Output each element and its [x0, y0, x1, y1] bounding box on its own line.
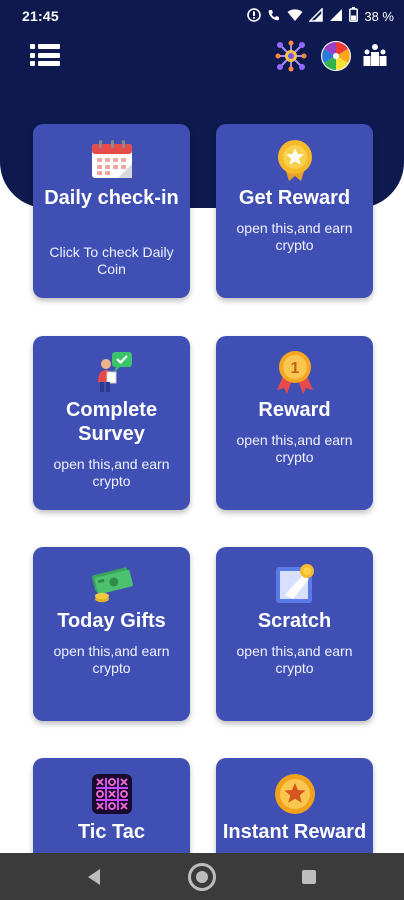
navigation-bar: [0, 853, 404, 900]
wifi-calling-icon: [267, 8, 281, 25]
card-title: Complete Survey: [65, 399, 158, 445]
ribbon-medal-icon: 1: [273, 350, 317, 394]
scratch-card-icon: [273, 561, 317, 605]
card-description: open this,and earn crypto: [236, 643, 353, 676]
hotspot-icon: [247, 7, 262, 25]
card-title: Reward: [258, 399, 331, 421]
status-time: 21:45: [22, 8, 59, 24]
reward-card[interactable]: 1 Reward open this,and earn crypto: [216, 336, 373, 510]
card-title: Daily check-in: [44, 187, 179, 209]
home-icon[interactable]: [188, 863, 216, 891]
coin-star-icon: [273, 772, 317, 816]
card-description: open this,and earn crypto: [53, 456, 170, 489]
tic-tac-toe-icon: [90, 772, 134, 816]
gold-star-medal-icon: [273, 138, 317, 182]
wifi-icon: [287, 8, 303, 25]
card-title: Today Gifts: [57, 610, 166, 632]
recent-apps-icon[interactable]: [302, 870, 316, 884]
signal-secondary-icon: [329, 8, 343, 25]
back-icon[interactable]: [88, 869, 100, 885]
daily-checkin-card[interactable]: Daily check-in Click To check Daily Coin: [33, 124, 190, 298]
get-reward-card[interactable]: Get Reward open this,and earn crypto: [216, 124, 373, 298]
card-title: Tic Tac: [77, 821, 146, 843]
network-nodes-icon[interactable]: [275, 40, 307, 72]
status-bar: 21:45 38 %: [0, 0, 404, 32]
signal-icon: [308, 6, 324, 25]
card-title: Instant Reward: [222, 821, 367, 843]
card-description: open this,and earn crypto: [53, 643, 170, 676]
calendar-icon: [90, 138, 134, 182]
battery-icon: [349, 7, 359, 25]
card-description: Click To check Daily Coin: [49, 244, 174, 277]
complete-survey-card[interactable]: Complete Survey open this,and earn crypt…: [33, 336, 190, 510]
survey-person-icon: [90, 350, 134, 394]
battery-percent: 38 %: [364, 8, 394, 24]
svg-text:1: 1: [290, 360, 299, 377]
hamburger-list-icon[interactable]: [30, 44, 60, 66]
color-wheel-icon[interactable]: [320, 40, 352, 72]
card-title: Scratch: [257, 610, 332, 632]
scratch-card[interactable]: Scratch open this,and earn crypto: [216, 547, 373, 721]
card-description: open this,and earn crypto: [236, 432, 353, 465]
status-icons: 38 %: [247, 6, 394, 25]
card-description: open this,and earn crypto: [236, 220, 353, 253]
today-gifts-card[interactable]: Today Gifts open this,and earn crypto: [33, 547, 190, 721]
leaderboard-icon[interactable]: [362, 42, 388, 68]
card-title: Get Reward: [238, 187, 351, 209]
cash-stack-icon: [90, 561, 134, 605]
